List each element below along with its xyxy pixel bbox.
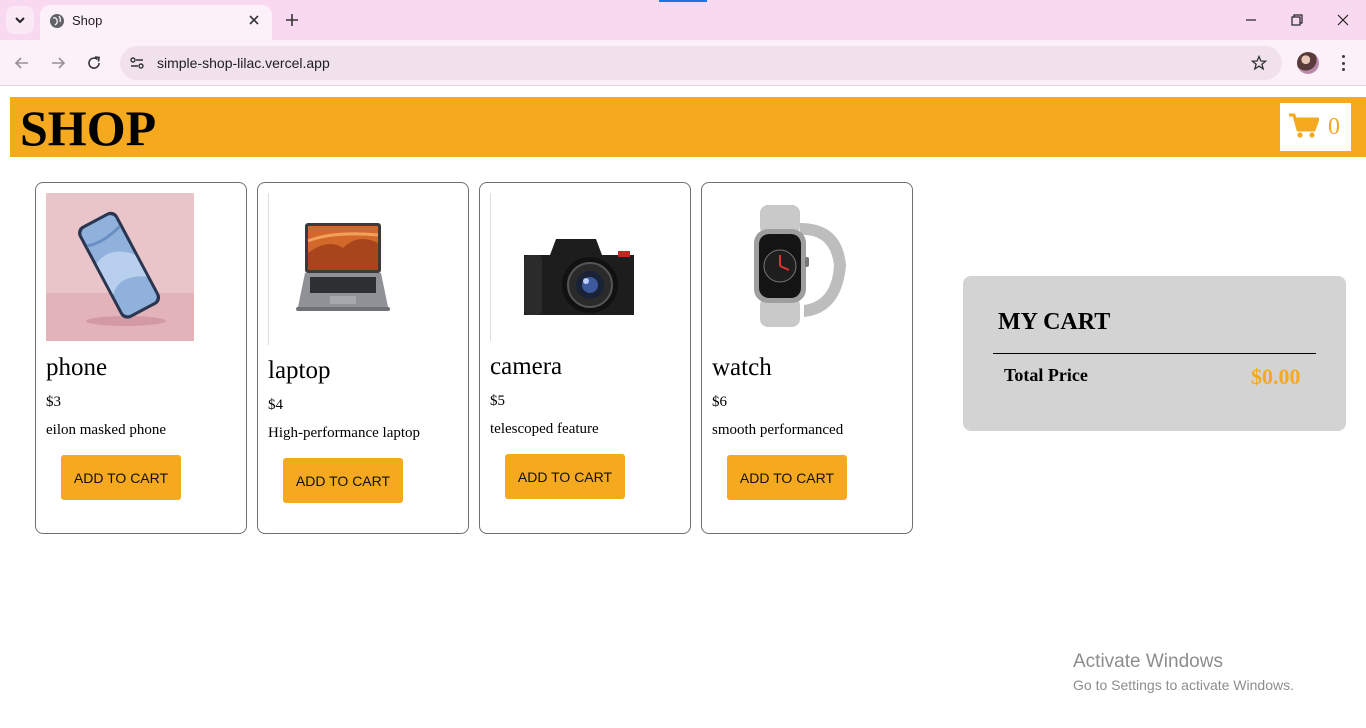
forward-arrow-icon[interactable] bbox=[47, 52, 69, 74]
my-cart-panel: MY CART Total Price $0.00 bbox=[963, 276, 1346, 431]
tab-search-button[interactable] bbox=[6, 6, 34, 34]
close-window-icon[interactable] bbox=[1333, 10, 1353, 30]
restore-icon[interactable] bbox=[1287, 10, 1307, 30]
divider bbox=[993, 353, 1316, 354]
cart-count: 0 bbox=[1328, 114, 1340, 140]
shop-logo: SHOP bbox=[20, 100, 157, 156]
url-text[interactable]: simple-shop-lilac.vercel.app bbox=[157, 55, 330, 71]
product-price: $3 bbox=[46, 394, 61, 410]
chevron-down-icon bbox=[15, 17, 25, 24]
minimize-icon[interactable] bbox=[1241, 10, 1261, 30]
product-name: laptop bbox=[268, 357, 331, 384]
browser-menu-icon[interactable] bbox=[1336, 53, 1350, 73]
add-to-cart-button[interactable]: ADD TO CART bbox=[283, 458, 403, 503]
camera-image bbox=[490, 193, 638, 341]
back-arrow-icon[interactable] bbox=[11, 52, 33, 74]
tab-close-icon[interactable] bbox=[246, 12, 262, 28]
reload-icon[interactable] bbox=[83, 52, 105, 74]
add-to-cart-button[interactable]: ADD TO CART bbox=[61, 455, 181, 500]
address-bar[interactable]: simple-shop-lilac.vercel.app bbox=[120, 46, 1282, 80]
product-card-watch: watch $6 smooth performanced ADD TO CART bbox=[701, 182, 913, 534]
shopping-cart-icon bbox=[1289, 113, 1319, 138]
product-name: watch bbox=[712, 354, 772, 381]
product-description: telescoped feature bbox=[490, 421, 599, 437]
globe-icon bbox=[50, 14, 64, 28]
product-card-laptop: laptop $4 High-performance laptop ADD TO… bbox=[257, 182, 469, 534]
add-to-cart-button[interactable]: ADD TO CART bbox=[505, 454, 625, 499]
product-price: $6 bbox=[712, 394, 727, 410]
total-price-label: Total Price bbox=[1004, 365, 1088, 385]
product-name: camera bbox=[490, 353, 563, 380]
product-price: $5 bbox=[490, 393, 505, 409]
new-tab-plus-icon[interactable] bbox=[282, 10, 302, 30]
watermark-subtitle: Go to Settings to activate Windows. bbox=[1073, 677, 1294, 693]
total-price-value: $0.00 bbox=[1251, 364, 1301, 389]
tab-title: Shop bbox=[72, 13, 103, 28]
product-description: High-performance laptop bbox=[268, 425, 421, 441]
bookmark-star-icon[interactable] bbox=[1250, 54, 1268, 72]
product-description: smooth performanced bbox=[712, 422, 844, 438]
product-price: $4 bbox=[268, 397, 283, 413]
profile-avatar[interactable] bbox=[1297, 52, 1319, 74]
watch-image bbox=[712, 193, 860, 341]
shop-header: SHOP 0 bbox=[10, 97, 1366, 157]
laptop-image bbox=[268, 193, 416, 345]
site-settings-icon[interactable] bbox=[128, 54, 146, 72]
product-description: eilon masked phone bbox=[46, 422, 166, 438]
drag-indicator bbox=[659, 0, 707, 2]
product-name: phone bbox=[46, 354, 108, 381]
cart-button[interactable]: 0 bbox=[1280, 103, 1351, 151]
add-to-cart-button[interactable]: ADD TO CART bbox=[727, 455, 847, 500]
browser-tab-active[interactable]: Shop bbox=[40, 5, 272, 40]
product-card-camera: camera $5 telescoped feature ADD TO CART bbox=[479, 182, 691, 534]
activate-windows-watermark: Activate Windows Go to Settings to activ… bbox=[1073, 651, 1294, 696]
watermark-title: Activate Windows bbox=[1073, 651, 1223, 672]
browser-tabstrip: Shop bbox=[0, 0, 1366, 40]
product-card-phone: phone $3 eilon masked phone ADD TO CART bbox=[35, 182, 247, 534]
phone-image bbox=[46, 193, 194, 341]
my-cart-title: MY CART bbox=[998, 309, 1111, 335]
browser-toolbar: simple-shop-lilac.vercel.app bbox=[0, 40, 1366, 86]
